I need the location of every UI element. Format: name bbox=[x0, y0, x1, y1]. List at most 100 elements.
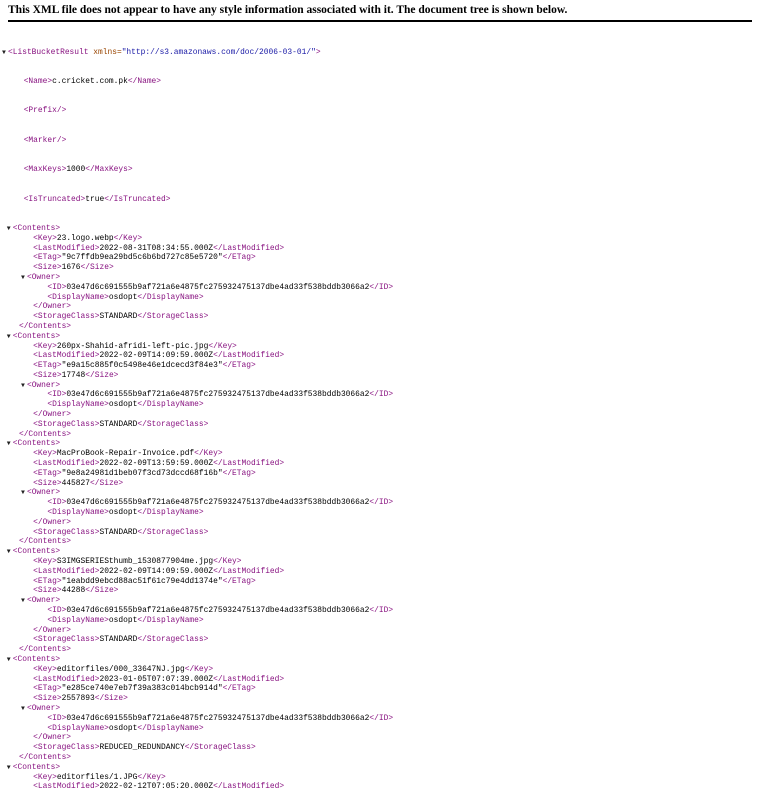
contents-close-line: </Contents> bbox=[18, 537, 72, 547]
last-modified-line: <LastModified>2023-01-05T07:07:39.000Z</… bbox=[33, 674, 285, 684]
etag-value: "e9a15c885f0c5498e46e1dcecd3f84e3" bbox=[61, 361, 223, 371]
storage-class-line: <StorageClass>STANDARD</StorageClass> bbox=[33, 527, 209, 537]
no-style-info-message: This XML file does not appear to have an… bbox=[8, 4, 568, 16]
storage-class-line: <StorageClass>REDUCED_REDUNDANCY</Storag… bbox=[33, 743, 256, 753]
istruncated-value: true bbox=[85, 194, 105, 204]
etag-line: <ETag>"e9a15c885f0c5498e46e1dcecd3f84e3"… bbox=[33, 361, 256, 371]
contents-entry: ▼ <Contents> <Key>MacProBook-Repair-Invoi… bbox=[0, 439, 760, 547]
last-modified-line: <LastModified>2022-08-31T08:34:55.000Z</… bbox=[33, 243, 285, 253]
collapse-toggle-icon[interactable]: ▼ bbox=[19, 488, 27, 498]
size-value: 2557893 bbox=[61, 694, 95, 704]
display-name-line: <DisplayName>osdopt</DisplayName> bbox=[47, 400, 204, 410]
contents-open-line: ▼ <Contents> bbox=[0, 547, 760, 557]
key-line: <Key>MacProBook-Repair-Invoice.pdf</Key> bbox=[33, 449, 223, 459]
collapse-toggle-icon[interactable]: ▼ bbox=[19, 596, 27, 606]
storage-class-value: STANDARD bbox=[99, 419, 138, 429]
owner-open-line: ▼ <Owner> bbox=[0, 596, 760, 606]
storage-class-line: <StorageClass>STANDARD</StorageClass> bbox=[33, 419, 209, 429]
last-modified-line: <LastModified>2022-02-09T14:09:59.000Z</… bbox=[33, 566, 285, 576]
key-line: <Key>23.logo.webp</Key> bbox=[33, 233, 143, 243]
owner-id-line: <ID>03e47d6c691555b9af721a6e4875fc275932… bbox=[47, 390, 394, 400]
storage-class-value: REDUCED_REDUNDANCY bbox=[99, 743, 185, 753]
display-name-value: osdopt bbox=[108, 723, 138, 733]
etag-line: <ETag>"9c7ffdb9ea29bd5c6b6bd727c85e5720"… bbox=[33, 253, 256, 263]
collapse-toggle-icon[interactable]: ▼ bbox=[5, 224, 13, 234]
collapse-toggle-icon[interactable]: ▼ bbox=[19, 381, 27, 391]
collapse-toggle-icon[interactable]: ▼ bbox=[5, 763, 13, 773]
key-line: <Key>editorfiles/000_33647NJ.jpg</Key> bbox=[33, 664, 214, 674]
storage-class-value: STANDARD bbox=[99, 527, 138, 537]
etag-value: "9e8a24981d1beb07f3cd73dccd68f16b" bbox=[61, 468, 223, 478]
owner-close-line: </Owner> bbox=[33, 625, 72, 635]
maxkeys-line: <MaxKeys>1000</MaxKeys> bbox=[23, 165, 133, 175]
owner-id-line: <ID>03e47d6c691555b9af721a6e4875fc275932… bbox=[47, 606, 394, 616]
owner-close-line: </Owner> bbox=[33, 302, 72, 312]
last-modified-value: 2022-02-09T13:59:59.000Z bbox=[99, 459, 214, 469]
size-value: 17748 bbox=[61, 370, 86, 380]
object-key-value: 23.logo.webp bbox=[56, 233, 114, 243]
size-value: 1676 bbox=[61, 263, 81, 273]
contents-open-line: ▼ <Contents> bbox=[0, 763, 760, 773]
display-name-line: <DisplayName>osdopt</DisplayName> bbox=[47, 615, 204, 625]
storage-class-value: STANDARD bbox=[99, 635, 138, 645]
xmlns-attr-value: "http://s3.amazonaws.com/doc/2006-03-01/… bbox=[121, 47, 316, 57]
key-line: <Key>S3IMGSERIESthumb_1530877904me.jpg</… bbox=[33, 557, 242, 567]
name-line: <Name>c.cricket.com.pk</Name> bbox=[23, 76, 162, 86]
contents-close-line: </Contents> bbox=[18, 752, 72, 762]
collapse-toggle-icon[interactable]: ▼ bbox=[5, 332, 13, 342]
owner-open-line: ▼ <Owner> bbox=[0, 381, 760, 391]
object-key-value: editorfiles/1.JPG bbox=[56, 772, 138, 782]
contents-entry: ▼ <Contents> <Key>260px-Shahid-afridi-lef… bbox=[0, 332, 760, 440]
collapse-toggle-icon[interactable]: ▼ bbox=[5, 439, 13, 449]
owner-close-line: </Owner> bbox=[33, 517, 72, 527]
root-open-tag: <ListBucketResult bbox=[8, 47, 89, 57]
storage-class-line: <StorageClass>STANDARD</StorageClass> bbox=[33, 635, 209, 645]
display-name-line: <DisplayName>osdopt</DisplayName> bbox=[47, 508, 204, 518]
etag-line: <ETag>"e285ce740e7eb7f39a383c014bcb914d"… bbox=[33, 684, 256, 694]
storage-class-line: <StorageClass>STANDARD</StorageClass> bbox=[33, 312, 209, 322]
last-modified-value: 2022-08-31T08:34:55.000Z bbox=[99, 243, 214, 253]
etag-line: <ETag>"9e8a24981d1beb07f3cd73dccd68f16b"… bbox=[33, 468, 256, 478]
etag-value: "e285ce740e7eb7f39a383c014bcb914d" bbox=[61, 684, 223, 694]
last-modified-value: 2022-02-09T14:09:59.000Z bbox=[99, 566, 214, 576]
owner-close-line: </Owner> bbox=[33, 733, 72, 743]
owner-id-line: <ID>03e47d6c691555b9af721a6e4875fc275932… bbox=[47, 498, 394, 508]
size-line: <Size>445827</Size> bbox=[33, 478, 124, 488]
collapse-toggle-icon[interactable]: ▼ bbox=[5, 547, 13, 557]
last-modified-line: <LastModified>2022-02-09T13:59:59.000Z</… bbox=[33, 459, 285, 469]
storage-class-value: STANDARD bbox=[99, 312, 138, 322]
object-key-value: S3IMGSERIESthumb_1530877904me.jpg bbox=[56, 557, 214, 567]
contents-entry: ▼ <Contents> <Key>23.logo.webp</Key> <Las… bbox=[0, 224, 760, 332]
owner-id-value: 03e47d6c691555b9af721a6e4875fc2759324751… bbox=[66, 713, 370, 723]
size-line: <Size>1676</Size> bbox=[33, 263, 114, 273]
banner-divider bbox=[8, 20, 752, 22]
collapse-toggle-icon[interactable]: ▼ bbox=[5, 655, 13, 665]
key-line: <Key>260px-Shahid-afridi-left-pic.jpg</K… bbox=[33, 341, 237, 351]
collapse-toggle-icon[interactable]: ▼ bbox=[19, 273, 27, 283]
size-line: <Size>2557893</Size> bbox=[33, 694, 128, 704]
contents-close-line: </Contents> bbox=[18, 321, 72, 331]
collapse-toggle-icon[interactable]: ▼ bbox=[0, 48, 8, 58]
last-modified-value: 2022-02-12T07:05:20.000Z bbox=[99, 782, 214, 792]
contents-entry: ▼ <Contents> <Key>editorfiles/000_33647NJ… bbox=[0, 655, 760, 763]
contents-entry: ▼ <Contents> <Key>editorfiles/1.JPG</Key>… bbox=[0, 763, 760, 792]
bucket-name-value: c.cricket.com.pk bbox=[52, 76, 128, 86]
owner-id-value: 03e47d6c691555b9af721a6e4875fc2759324751… bbox=[66, 498, 370, 508]
etag-value: "9c7ffdb9ea29bd5c6b6bd727c85e5720" bbox=[61, 253, 223, 263]
display-name-value: osdopt bbox=[108, 400, 138, 410]
last-modified-line: <LastModified>2022-02-09T14:09:59.000Z</… bbox=[33, 351, 285, 361]
istruncated-line: <IsTruncated>true</IsTruncated> bbox=[23, 194, 171, 204]
contents-open-line: ▼ <Contents> bbox=[0, 655, 760, 665]
owner-open-line: ▼ <Owner> bbox=[0, 488, 760, 498]
contents-close-line: </Contents> bbox=[18, 645, 72, 655]
etag-line: <ETag>"1eabdd9ebcd88ac51f61c79e4dd1374e"… bbox=[33, 576, 256, 586]
xmlns-attr-name: xmlns bbox=[93, 47, 117, 57]
size-value: 445827 bbox=[61, 478, 90, 488]
collapse-toggle-icon[interactable]: ▼ bbox=[19, 704, 27, 714]
owner-id-value: 03e47d6c691555b9af721a6e4875fc2759324751… bbox=[66, 282, 370, 292]
last-modified-value: 2022-02-09T14:09:59.000Z bbox=[99, 351, 214, 361]
contents-open-line: ▼ <Contents> bbox=[0, 224, 760, 234]
object-key-value: editorfiles/000_33647NJ.jpg bbox=[56, 664, 185, 674]
marker-line: <Marker/> bbox=[23, 135, 67, 145]
root-open-line: ▼ <ListBucketResult xmlns="http://s3.amaz… bbox=[0, 48, 760, 58]
